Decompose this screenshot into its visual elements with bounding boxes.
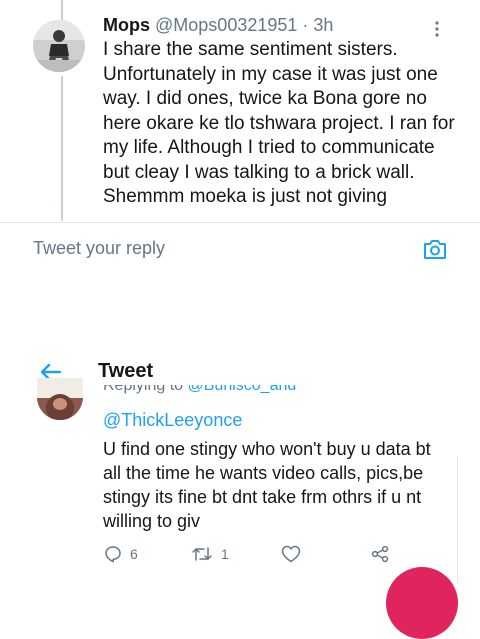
share-icon: [371, 545, 389, 563]
tweet-line: Shemmm moeka is just not giving: [103, 186, 388, 207]
reply-count: 6: [130, 546, 138, 562]
display-name[interactable]: Mops: [103, 15, 150, 35]
heart-icon: [281, 545, 301, 563]
tweet-line: here okare ke tlo tshwara project. I ran…: [103, 112, 455, 134]
tweet-line: but cleay I was talking to a brick wall.: [103, 161, 415, 183]
tweet-text: I share the same sentiment sisters. Unfo…: [103, 38, 463, 210]
tweet-line: Unfortunately in my case it was just one: [103, 63, 438, 85]
avatar[interactable]: [33, 20, 85, 72]
tweet-line: all the time he wants video calls, pics,…: [103, 463, 424, 483]
tweet-line: U find one stingy who won't buy u data b…: [103, 439, 431, 459]
tweet-text: U find one stingy who won't buy u data b…: [103, 437, 463, 533]
timestamp[interactable]: 3h: [313, 15, 333, 35]
page-title: Tweet: [98, 360, 154, 382]
tweet-header: Mops @Mops00321951 · 3h: [103, 15, 333, 36]
more-options-icon[interactable]: [434, 20, 440, 38]
retweet-icon: [192, 547, 212, 561]
divider: [457, 456, 458, 583]
retweet-count: 1: [221, 546, 229, 562]
replying-handle-link[interactable]: @Bunisco_and: [188, 385, 297, 394]
mention-link[interactable]: @ThickLeeyonce: [103, 410, 242, 431]
reply-input[interactable]: Tweet your reply: [33, 238, 165, 259]
like-button[interactable]: [281, 545, 301, 563]
compose-button[interactable]: [386, 567, 458, 639]
reply-icon: [105, 546, 121, 563]
tweet-line: way. I did ones, twice ka Bona gore no: [103, 88, 427, 109]
share-button[interactable]: [370, 545, 390, 563]
divider: [0, 222, 480, 223]
tweet-line: willing to giv: [103, 511, 201, 531]
tweet-line: I share the same sentiment sisters.: [103, 39, 398, 60]
thread-line-top: [61, 0, 63, 20]
tweet-line: my life. Although I tried to communicate: [103, 137, 435, 158]
tweet-line: stingy its fine bt dnt take frm othrs if…: [103, 487, 422, 507]
reply-button[interactable]: 6: [104, 545, 138, 563]
handle[interactable]: @Mops00321951: [155, 15, 297, 35]
avatar[interactable]: [37, 378, 83, 420]
thread-line-bottom: [61, 76, 63, 221]
retweet-button[interactable]: 1: [191, 545, 229, 563]
camera-icon[interactable]: [422, 236, 448, 262]
replying-to: Replying to @Bunisco_and: [103, 385, 296, 395]
replying-label: Replying to: [103, 385, 188, 394]
separator: ·: [302, 15, 309, 35]
